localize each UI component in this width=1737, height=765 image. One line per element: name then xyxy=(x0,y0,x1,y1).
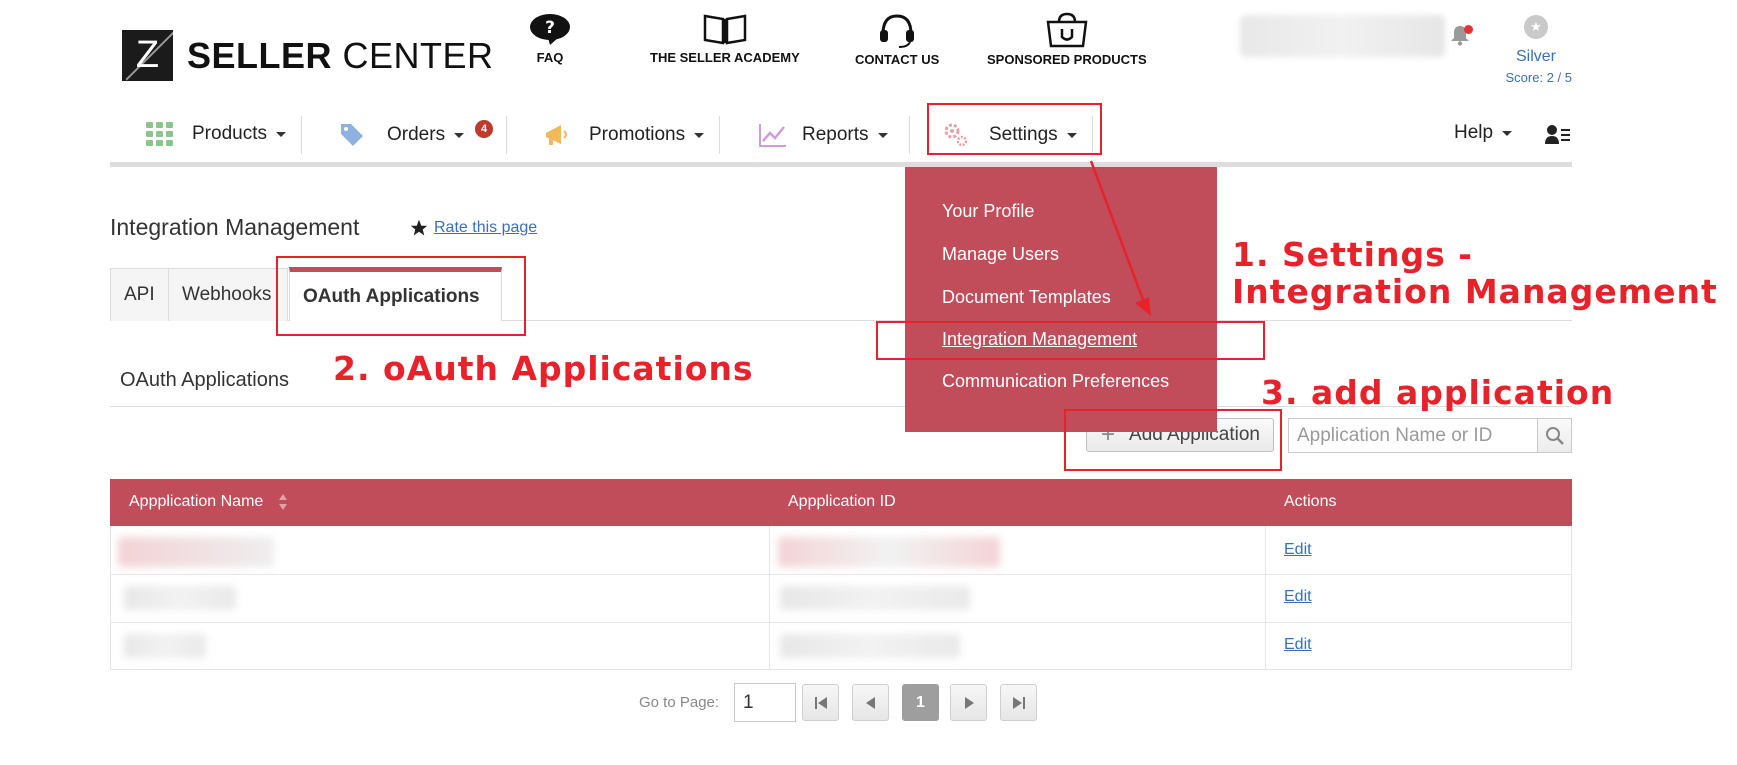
seller-center-logo[interactable]: Z SELLER CENTER xyxy=(122,30,494,81)
row-divider xyxy=(110,622,1572,623)
col-header-actions: Actions xyxy=(1284,493,1337,510)
tag-icon xyxy=(341,124,363,146)
first-page-icon xyxy=(814,696,827,709)
annotation-box-add-application xyxy=(1064,409,1282,471)
nav-reports[interactable]: Reports xyxy=(758,122,888,148)
next-page-button[interactable] xyxy=(950,684,987,721)
table-row-app-id-redacted xyxy=(780,586,970,610)
megaphone-icon xyxy=(546,125,567,145)
nav-orders[interactable]: Orders xyxy=(339,122,465,148)
contact-us-link[interactable]: CONTACT US xyxy=(855,12,939,67)
search-button[interactable] xyxy=(1537,418,1572,453)
annotation-box-integration-management xyxy=(876,321,1265,360)
edit-link[interactable]: Edit xyxy=(1284,588,1312,606)
last-page-icon xyxy=(1012,696,1025,709)
seller-academy-link[interactable]: THE SELLER ACADEMY xyxy=(650,12,800,65)
application-search-input[interactable] xyxy=(1288,418,1538,453)
column-divider xyxy=(769,526,770,670)
user-name-redacted[interactable] xyxy=(1240,15,1445,57)
column-divider xyxy=(1265,526,1266,670)
table-row-app-id-redacted xyxy=(778,537,1000,567)
page-title: Integration Management xyxy=(110,214,360,240)
annotation-box-settings xyxy=(927,103,1102,155)
previous-page-icon xyxy=(865,696,875,709)
score-label: Score: 2 / 5 xyxy=(1505,70,1572,85)
first-page-button[interactable] xyxy=(802,684,839,721)
search-icon xyxy=(1545,426,1564,445)
sort-icon[interactable] xyxy=(278,493,288,511)
col-header-app-name[interactable]: Appplication Name xyxy=(129,493,263,511)
logo-mark: Z xyxy=(122,30,173,81)
menu-item-communication-preferences[interactable]: Communication Preferences xyxy=(942,371,1169,392)
table-row-app-name-redacted xyxy=(124,634,206,658)
previous-page-button[interactable] xyxy=(852,684,889,721)
tier-label[interactable]: Silver xyxy=(1500,48,1572,66)
book-icon xyxy=(703,14,747,45)
annotation-step1-line1: 1. Settings - xyxy=(1232,235,1473,274)
rate-this-page-link[interactable]: Rate this page xyxy=(434,219,537,237)
nav-separator xyxy=(719,116,720,154)
logo-text: SELLER CENTER xyxy=(187,34,494,76)
page-number-input[interactable] xyxy=(734,683,796,722)
row-divider xyxy=(110,574,1572,575)
nav-divider xyxy=(110,162,1572,167)
go-to-page-label: Go to Page: xyxy=(639,694,720,711)
annotation-step2: 2. oAuth Applications xyxy=(333,349,754,388)
silver-tier-badge-icon: ★ xyxy=(1524,15,1548,39)
annotation-step3: 3. add application xyxy=(1261,373,1615,412)
edit-link[interactable]: Edit xyxy=(1284,636,1312,654)
table-row-app-name-redacted xyxy=(118,537,274,567)
nav-products[interactable]: Products xyxy=(146,122,286,146)
next-page-icon xyxy=(964,696,974,709)
annotation-step1-line2: Integration Management xyxy=(1232,272,1718,311)
annotation-box-oauth-tab xyxy=(276,256,526,336)
tab-api[interactable]: API xyxy=(110,268,169,321)
col-header-app-id: Appplication ID xyxy=(788,493,896,510)
nav-separator xyxy=(301,116,302,154)
table-row-app-name-redacted xyxy=(124,586,236,610)
table-row-app-id-redacted xyxy=(780,634,960,658)
user-menu-icon[interactable] xyxy=(1545,124,1571,146)
nav-separator xyxy=(506,116,507,154)
current-page-button[interactable]: 1 xyxy=(902,684,939,721)
tab-webhooks[interactable]: Webhooks xyxy=(168,268,288,321)
line-chart-icon xyxy=(759,124,786,147)
section-title: OAuth Applications xyxy=(120,369,289,391)
grid-icon xyxy=(146,122,173,146)
last-page-button[interactable] xyxy=(1000,684,1037,721)
annotation-arrow-icon xyxy=(1089,160,1151,316)
menu-item-your-profile[interactable]: Your Profile xyxy=(942,201,1034,222)
notification-dot xyxy=(1464,25,1473,34)
headset-icon xyxy=(880,14,915,48)
sponsored-products-link[interactable]: SPONSORED PRODUCTS xyxy=(987,12,1147,67)
edit-link[interactable]: Edit xyxy=(1284,541,1312,559)
rate-this-page[interactable]: Rate this page xyxy=(410,219,537,237)
star-icon xyxy=(410,219,428,236)
orders-count-badge: 4 xyxy=(475,120,493,138)
shopping-bag-icon xyxy=(1046,12,1088,48)
nav-help[interactable]: Help xyxy=(1454,122,1513,144)
nav-separator xyxy=(909,116,910,154)
menu-item-manage-users[interactable]: Manage Users xyxy=(942,244,1059,265)
svg-text:?: ? xyxy=(545,18,555,38)
faq-link[interactable]: ? FAQ xyxy=(528,12,572,65)
nav-promotions[interactable]: Promotions xyxy=(543,122,705,148)
faq-bubble-icon: ? xyxy=(530,14,570,45)
